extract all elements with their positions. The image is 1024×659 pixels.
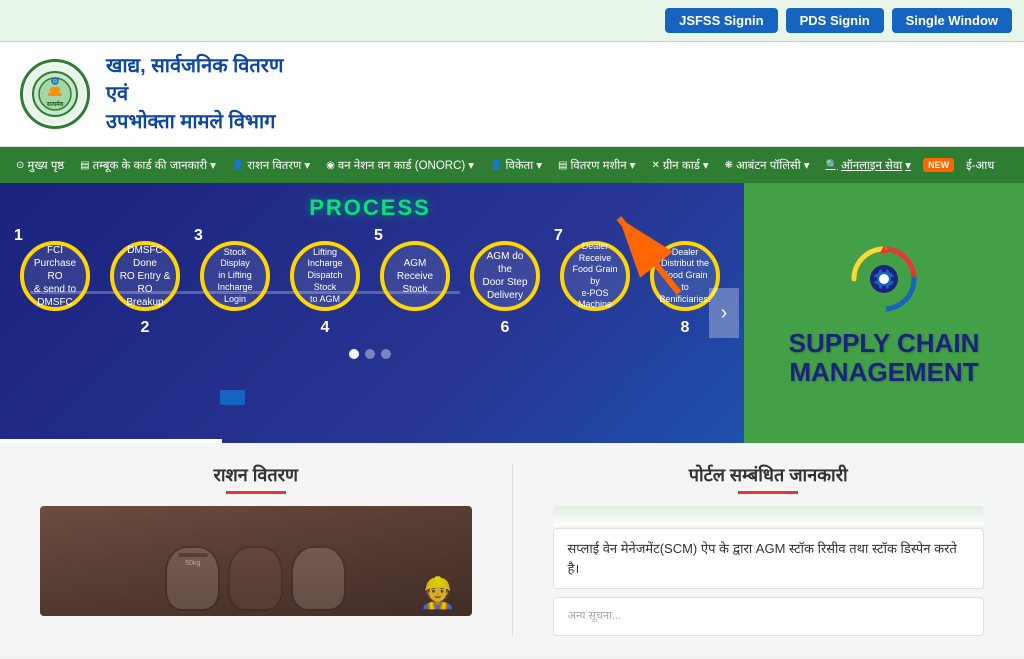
chevron-down-icon: ▾ (703, 158, 709, 172)
supply-chain-title: SUPPLY CHAIN MANAGEMENT (789, 329, 980, 386)
logo: सत्यमेव (20, 59, 90, 129)
nav-seller[interactable]: 👤 विकेता ▾ (482, 150, 550, 181)
chevron-down-icon: ▾ (630, 158, 636, 172)
single-window-button[interactable]: Single Window (892, 8, 1012, 33)
node-number-8: 8 (681, 319, 690, 337)
ration-section: राशन वितरण 50kg 👷 (40, 463, 472, 636)
portal-section-title: पोर्टल सम्बंधित जानकारी (553, 463, 985, 494)
process-node-2: DMSFC DoneRO Entry &RO Breakup 2 (110, 241, 180, 319)
star-icon: ❋ (725, 160, 733, 171)
header: सत्यमेव खाद्य, सार्वजनिक वितरण एवं उपभोक… (0, 42, 1024, 147)
node-circle-5: AGM ReceiveStock (380, 241, 450, 311)
node-circle-7: Dealer ReceiveFood Grain bye-POSMachine (560, 241, 630, 311)
portal-section: पोर्टल सम्बंधित जानकारी सप्लाई वेन मेनेज… (553, 463, 985, 636)
ration-image: 50kg 👷 (40, 506, 472, 616)
process-node-7: 7 Dealer ReceiveFood Grain bye-POSMachin… (560, 241, 630, 319)
supply-chain-section: SUPPLY CHAIN MANAGEMENT (744, 183, 1024, 443)
top-bar: JSFSS Signin PDS Signin Single Window (0, 0, 1024, 42)
chevron-down-icon: ▾ (536, 158, 542, 172)
ration-section-title: राशन वितरण (40, 463, 472, 494)
section-divider (512, 463, 513, 636)
node-number-4: 4 (321, 319, 330, 337)
node-circle-4: Lifting InchargeDispatch Stockto AGM (290, 241, 360, 311)
nav-dist-machine[interactable]: ▤ वितरण मशीन ▾ (550, 150, 643, 181)
nav-green-card[interactable]: ✕ ग्रीन कार्ड ▾ (643, 150, 716, 181)
card-icon: ▤ (80, 160, 89, 171)
banner-progress (0, 439, 222, 443)
node-number-3: 3 (194, 227, 203, 245)
nav-ration-card[interactable]: ▤ तम्बूक के कार्ड की जानकारी ▾ (72, 150, 224, 181)
nav-online-service[interactable]: 🔍 ऑनलाइन सेवा ▾ (818, 150, 920, 181)
process-title: PROCESS (0, 195, 740, 221)
chevron-down-icon: ▾ (210, 158, 216, 172)
node-circle-6: AGM do theDoor StepDelivery (470, 241, 540, 311)
node-circle-2: DMSFC DoneRO Entry &RO Breakup (110, 241, 180, 311)
department-name: खाद्य, सार्वजनिक वितरण एवं उपभोक्ता मामल… (106, 52, 283, 136)
dot-1[interactable] (349, 349, 359, 359)
supply-chain-gear (844, 239, 924, 319)
process-node-6: AGM do theDoor StepDelivery 6 (470, 241, 540, 319)
portal-info-box-2: अन्य सूचना... (553, 597, 985, 636)
circle-icon: ◉ (326, 160, 335, 171)
node-number-2: 2 (141, 319, 150, 337)
node-number-7: 7 (554, 227, 563, 245)
chevron-down-icon: ▾ (905, 158, 911, 172)
chevron-down-icon: ▾ (468, 158, 474, 172)
node-number-1: 1 (14, 227, 23, 245)
process-node-3: 3 Stock Displayin LiftingInchargeLogin (200, 241, 270, 319)
content-area: राशन वितरण 50kg 👷 पोर्टल सम्बंधित जानकार… (0, 443, 1024, 656)
nav-onorc[interactable]: ◉ वन नेशन वन कार्ड (ONORC) ▾ (318, 150, 482, 181)
new-badge: NEW (923, 158, 954, 172)
node-number-6: 6 (501, 319, 510, 337)
nav-home[interactable]: ⊙ मुख्य पृष्ठ (8, 150, 72, 181)
banner: PROCESS 1 FCIPurchase RO& send toDMSFC D… (0, 183, 1024, 443)
user-icon: 👤 (232, 160, 244, 171)
carousel-dots (0, 349, 740, 359)
nav-allocation[interactable]: ❋ आबंटन पॉलिसी ▾ (717, 150, 818, 181)
seller-icon: 👤 (490, 160, 502, 171)
node-number-5: 5 (374, 227, 383, 245)
machine-icon: ▤ (558, 160, 567, 171)
nav-ration-dist[interactable]: 👤 राशन वितरण ▾ (224, 150, 318, 181)
nav-bar: ⊙ मुख्य पृष्ठ ▤ तम्बूक के कार्ड की जानका… (0, 147, 1024, 183)
process-area: PROCESS 1 FCIPurchase RO& send toDMSFC D… (0, 183, 740, 443)
process-node-5: 5 AGM ReceiveStock (380, 241, 450, 319)
process-node-4: Lifting InchargeDispatch Stockto AGM 4 (290, 241, 360, 319)
search-icon: 🔍 (826, 160, 838, 171)
portal-info-faded (553, 506, 985, 526)
spacer (553, 589, 985, 597)
banner-next-button[interactable]: › (709, 288, 739, 338)
cross-icon: ✕ (651, 160, 659, 171)
pds-signin-button[interactable]: PDS Signin (786, 8, 884, 33)
person-silhouette: 👷 (419, 576, 456, 611)
jsfss-signin-button[interactable]: JSFSS Signin (665, 8, 778, 33)
portal-info-box-1: सप्लाई वेन मेनेजमेंट(SCM) ऐप के द्वारा A… (553, 528, 985, 589)
home-icon: ⊙ (16, 160, 24, 171)
blue-indicator (220, 390, 245, 405)
chevron-down-icon: ▾ (804, 158, 810, 172)
gear-icon (844, 239, 924, 319)
svg-text:सत्यमेव: सत्यमेव (46, 100, 64, 108)
nav-eaadhar[interactable]: ई-आध (958, 150, 1002, 181)
dot-2[interactable] (365, 349, 375, 359)
process-nodes: 1 FCIPurchase RO& send toDMSFC DMSFC Don… (0, 221, 740, 319)
dot-3[interactable] (381, 349, 391, 359)
process-node-1: 1 FCIPurchase RO& send toDMSFC (20, 241, 90, 319)
node-circle-1: FCIPurchase RO& send toDMSFC (20, 241, 90, 311)
chevron-down-icon: ▾ (304, 158, 310, 172)
emblem-icon: सत्यमेव (30, 69, 80, 119)
node-circle-3: Stock Displayin LiftingInchargeLogin (200, 241, 270, 311)
